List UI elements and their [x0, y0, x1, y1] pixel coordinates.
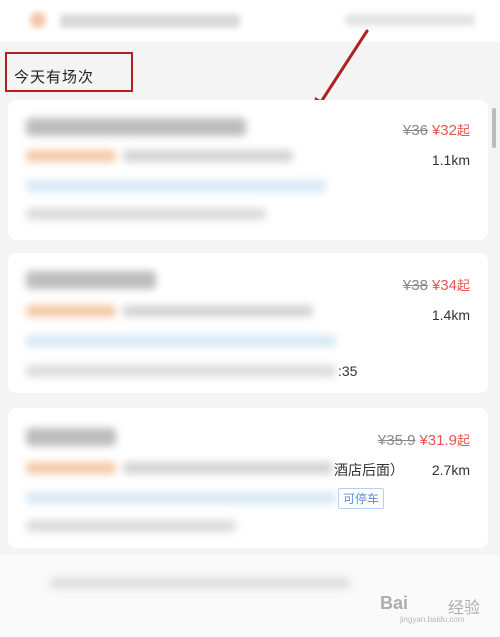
time-fragment: :35: [338, 363, 358, 379]
distance: 1.1km: [431, 152, 470, 168]
venue-name: [26, 271, 156, 289]
scrollbar[interactable]: [492, 108, 496, 148]
section-title-box: 今天有场次: [5, 52, 133, 92]
tag-row: [26, 335, 336, 347]
distance: 2.7km: [431, 462, 470, 478]
old-price: ¥38: [402, 277, 428, 294]
rating-stars: [26, 150, 116, 162]
venue-card-3[interactable]: 酒店后面） 可停车 ¥35.9 ¥31.9起 2.7km: [8, 408, 488, 548]
section-title: 今天有场次: [14, 68, 95, 86]
price-suffix: 起: [456, 123, 470, 138]
venue-name: [26, 428, 116, 446]
old-price: ¥36: [402, 122, 428, 139]
distance: 1.4km: [431, 307, 470, 323]
old-price: ¥35.9: [377, 432, 416, 449]
watermark-domain: jingyan.baidu.com: [400, 615, 465, 624]
venue-card-2[interactable]: :35 ¥38 ¥34起 1.4km: [8, 253, 488, 393]
price: ¥36 ¥32起: [403, 120, 470, 139]
price: ¥35.9 ¥31.9起: [378, 430, 470, 449]
tag-row: [26, 492, 336, 504]
new-price: ¥34: [431, 277, 457, 294]
rating-stars: [26, 305, 116, 317]
venue-card-1[interactable]: ¥36 ¥32起 1.1km: [8, 100, 488, 240]
bottom-text: [50, 577, 350, 589]
venue-info: [123, 150, 293, 162]
schedule-row: [26, 365, 336, 377]
price-suffix: 起: [456, 278, 470, 293]
address-fragment: 酒店后面）: [334, 462, 404, 478]
venue-info: [123, 305, 313, 317]
price-suffix: 起: [456, 433, 470, 448]
new-price: ¥31.9: [419, 432, 457, 449]
tag-row: [26, 180, 326, 192]
new-price: ¥32: [431, 122, 457, 139]
location-icon[interactable]: [30, 12, 46, 28]
top-bar: [0, 0, 500, 42]
schedule-row: [26, 520, 236, 532]
price: ¥38 ¥34起: [403, 275, 470, 294]
watermark-brand: Bai: [380, 593, 409, 613]
rating-stars: [26, 462, 116, 474]
venue-name: [26, 118, 246, 136]
location-text[interactable]: [60, 14, 240, 28]
watermark: Bai 经验 jingyan.baidu.com: [380, 585, 495, 625]
schedule-row: [26, 208, 266, 220]
parking-tag: 可停车: [338, 488, 385, 509]
venue-info: [123, 462, 333, 474]
